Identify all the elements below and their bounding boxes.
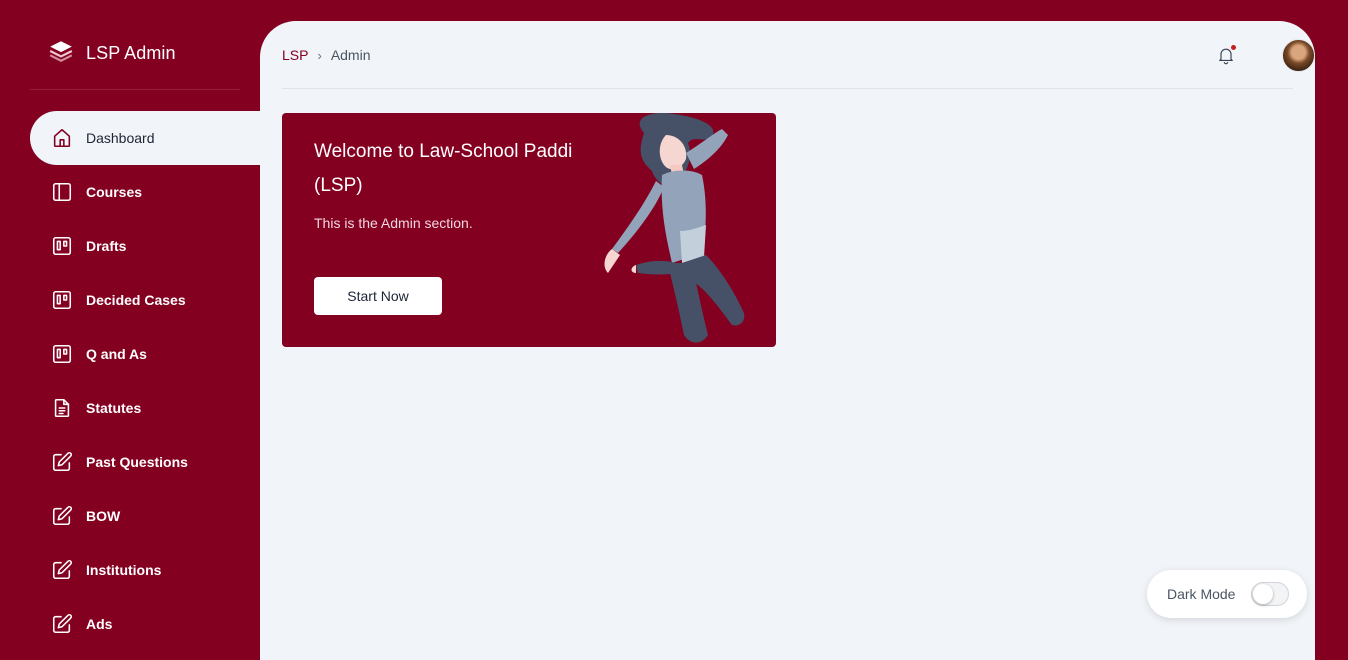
sidebar-item-label: Dashboard <box>86 130 155 146</box>
bell-icon <box>1216 48 1236 70</box>
layers-icon <box>48 38 74 69</box>
sidebar-nav: Dashboard Courses Drafts Decided Cases Q… <box>30 111 260 651</box>
edit-icon <box>50 450 74 474</box>
sidebar-item-label: Decided Cases <box>86 292 186 308</box>
sidebar-item-past-questions[interactable]: Past Questions <box>30 435 260 489</box>
notification-button[interactable] <box>1216 44 1238 68</box>
sidebar-item-label: Statutes <box>86 400 142 416</box>
sidebar-item-institutions[interactable]: Institutions <box>30 543 260 597</box>
notification-badge <box>1230 44 1237 51</box>
start-now-button[interactable]: Start Now <box>314 277 442 315</box>
sidebar-panel-icon <box>50 180 74 204</box>
home-icon <box>50 126 74 150</box>
edit-icon <box>50 558 74 582</box>
sidebar-item-ads[interactable]: Ads <box>30 597 260 651</box>
breadcrumb-current: Admin <box>330 47 371 63</box>
sidebar-item-label: Past Questions <box>86 454 188 470</box>
brand-divider <box>30 89 240 90</box>
sidebar-item-label: Courses <box>86 184 143 200</box>
document-icon <box>50 396 74 420</box>
sidebar-item-courses[interactable]: Courses <box>30 165 260 219</box>
breadcrumb-root-link[interactable]: LSP <box>282 47 308 63</box>
dark-mode-label: Dark Mode <box>1167 586 1236 602</box>
sidebar-item-label: Ads <box>86 616 113 632</box>
avatar[interactable] <box>1282 39 1315 72</box>
sidebar-item-label: BOW <box>86 508 121 524</box>
welcome-card: Welcome to Law-School Paddi (LSP) This i… <box>282 113 776 347</box>
kanban-icon <box>50 234 74 258</box>
app-title: LSP Admin <box>86 43 176 63</box>
sidebar-item-q-and-as[interactable]: Q and As <box>30 327 260 381</box>
breadcrumb-separator: › <box>317 47 322 63</box>
dark-mode-control: Dark Mode <box>1147 570 1307 618</box>
dark-mode-toggle[interactable] <box>1251 582 1289 606</box>
sidebar-item-bow[interactable]: BOW <box>30 489 260 543</box>
kanban-icon <box>50 342 74 366</box>
toggle-knob <box>1253 584 1273 604</box>
main-content: LSP › Admin Welcome to Law-School Paddi … <box>260 21 1315 660</box>
edit-icon <box>50 504 74 528</box>
sidebar-item-label: Drafts <box>86 238 127 254</box>
welcome-subtitle: This is the Admin section. <box>314 215 473 231</box>
top-bar: LSP › Admin <box>282 21 1315 89</box>
sidebar-item-drafts[interactable]: Drafts <box>30 219 260 273</box>
sidebar-item-label: Institutions <box>86 562 162 578</box>
breadcrumb: LSP › Admin <box>282 47 371 63</box>
jumping-woman-illustration <box>604 113 745 343</box>
edit-icon <box>50 612 74 636</box>
sidebar-item-dashboard[interactable]: Dashboard <box>30 111 260 165</box>
sidebar-item-label: Q and As <box>86 346 147 362</box>
brand[interactable]: LSP Admin <box>48 38 176 69</box>
welcome-title: Welcome to Law-School Paddi (LSP) <box>314 141 573 196</box>
sidebar-item-statutes[interactable]: Statutes <box>30 381 260 435</box>
sidebar-item-decided-cases[interactable]: Decided Cases <box>30 273 260 327</box>
kanban-icon <box>50 288 74 312</box>
